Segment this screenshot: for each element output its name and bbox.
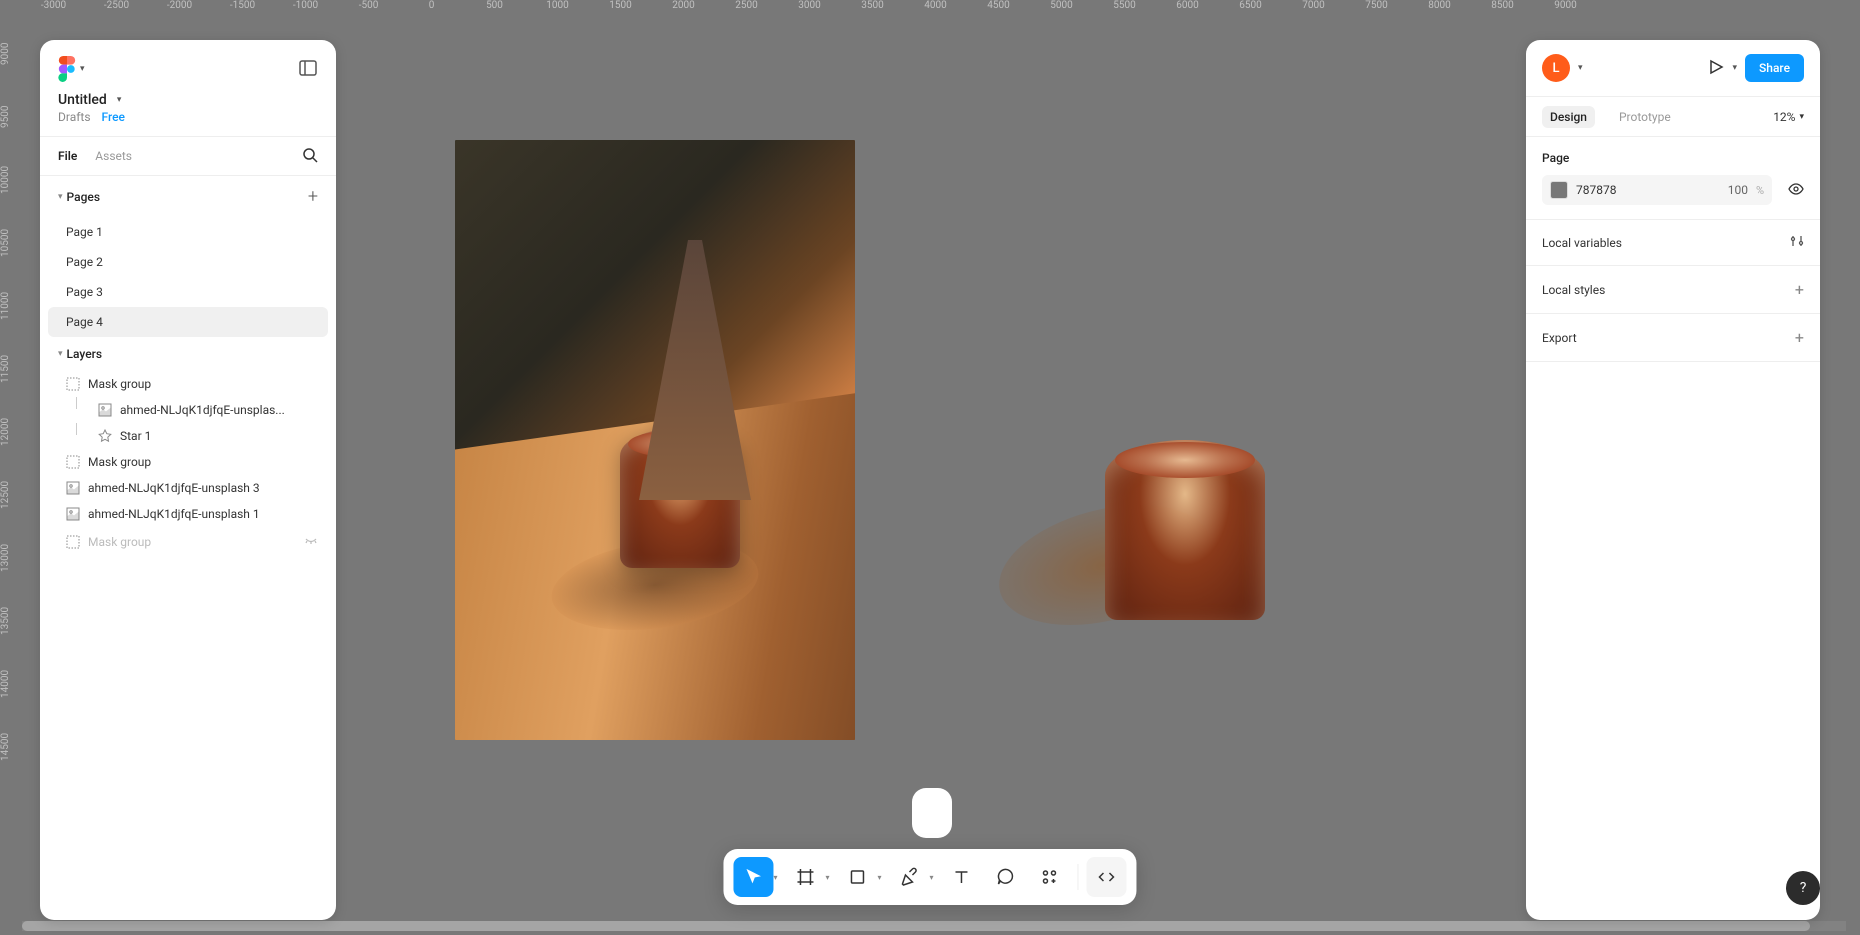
shape-tool[interactable] bbox=[838, 857, 878, 897]
plus-icon: + bbox=[1795, 280, 1804, 299]
page-item[interactable]: Page 2 bbox=[40, 247, 336, 277]
text-tool[interactable] bbox=[942, 857, 982, 897]
page-item[interactable]: Page 3 bbox=[40, 277, 336, 307]
layer-item[interactable]: Star 1 bbox=[40, 423, 336, 449]
hidden-icon[interactable] bbox=[304, 533, 318, 550]
layer-name: Star 1 bbox=[120, 429, 151, 443]
layer-item[interactable]: ahmed-NLJqK1djfqE-unsplas... bbox=[40, 397, 336, 423]
help-button[interactable]: ? bbox=[1786, 871, 1820, 905]
separator bbox=[1078, 864, 1079, 890]
page-background-color[interactable]: 787878 100 % bbox=[1542, 175, 1772, 205]
export-label: Export bbox=[1542, 331, 1577, 345]
ruler-horizontal: -3000-2500-2000-1500-1000-50005001000150… bbox=[22, 0, 1860, 22]
chevron-down-icon[interactable]: ▾ bbox=[930, 873, 938, 882]
chevron-down-icon[interactable]: ▾ bbox=[773, 873, 781, 882]
layer-name: Mask group bbox=[88, 377, 151, 391]
tab-file[interactable]: File bbox=[58, 149, 77, 163]
layer-name: ahmed-NLJqK1djfqE-unsplas... bbox=[120, 403, 285, 417]
ruler-vertical: 9000950010000105001100011500120001250013… bbox=[0, 22, 22, 935]
layer-item[interactable]: Mask group bbox=[40, 449, 336, 475]
page-item[interactable]: Page 1 bbox=[40, 217, 336, 247]
figma-menu[interactable]: ▾ bbox=[58, 56, 85, 82]
left-panel: ▾ Untitled ▾ Drafts Free File Assets ▾ P… bbox=[40, 40, 336, 920]
move-tool[interactable] bbox=[733, 857, 773, 897]
chevron-down-icon: ▾ bbox=[58, 192, 63, 202]
local-styles-row[interactable]: Local styles + bbox=[1526, 266, 1820, 314]
local-variables-label: Local variables bbox=[1542, 236, 1622, 250]
comment-tool[interactable] bbox=[986, 857, 1026, 897]
page-item[interactable]: Page 4 bbox=[48, 307, 328, 337]
tab-prototype[interactable]: Prototype bbox=[1611, 106, 1679, 128]
chevron-down-icon[interactable]: ▾ bbox=[1733, 63, 1738, 73]
page-section-title: Page bbox=[1542, 151, 1804, 165]
color-hex: 787878 bbox=[1576, 183, 1720, 197]
layer-item[interactable]: Mask group bbox=[40, 371, 336, 397]
user-avatar[interactable]: L bbox=[1542, 54, 1570, 82]
local-styles-label: Local styles bbox=[1542, 283, 1605, 297]
present-icon[interactable] bbox=[1707, 58, 1725, 79]
plus-icon: + bbox=[1795, 328, 1804, 347]
visibility-icon[interactable] bbox=[1788, 181, 1804, 200]
mask-icon bbox=[66, 377, 80, 391]
star-icon bbox=[98, 429, 112, 443]
plan-badge[interactable]: Free bbox=[102, 110, 125, 124]
chevron-down-icon: ▾ bbox=[80, 64, 85, 74]
image-icon bbox=[66, 507, 80, 521]
layer-name: ahmed-NLJqK1djfqE-unsplash 3 bbox=[88, 481, 260, 495]
chevron-down-icon[interactable]: ▾ bbox=[117, 95, 122, 105]
add-page-icon[interactable]: + bbox=[308, 186, 318, 207]
layer-item[interactable]: ahmed-NLJqK1djfqE-unsplash 3 bbox=[40, 475, 336, 501]
scrollbar-thumb[interactable] bbox=[22, 921, 1810, 931]
canvas-white-shape[interactable] bbox=[912, 788, 952, 838]
glass bbox=[1105, 440, 1265, 620]
zoom-value: 12% bbox=[1773, 110, 1795, 124]
chevron-down-icon: ▾ bbox=[58, 349, 63, 359]
pen-tool[interactable] bbox=[890, 857, 930, 897]
layer-item[interactable]: Mask group bbox=[40, 527, 336, 556]
chevron-down-icon[interactable]: ▾ bbox=[878, 873, 886, 882]
chevron-down-icon: ▾ bbox=[1799, 112, 1804, 122]
mask-icon bbox=[66, 455, 80, 469]
color-opacity: 100 bbox=[1728, 183, 1748, 197]
horizontal-scrollbar[interactable] bbox=[22, 921, 1846, 931]
layer-name: Mask group bbox=[88, 455, 151, 469]
file-title[interactable]: Untitled bbox=[58, 92, 107, 108]
share-button[interactable]: Share bbox=[1745, 54, 1804, 82]
toolbar: ▾ ▾ ▾ ▾ bbox=[723, 849, 1136, 905]
actions-tool[interactable] bbox=[1030, 857, 1070, 897]
zoom-level[interactable]: 12% ▾ bbox=[1773, 110, 1804, 124]
export-row[interactable]: Export + bbox=[1526, 314, 1820, 362]
chevron-down-icon[interactable]: ▾ bbox=[1578, 63, 1583, 73]
pages-header[interactable]: ▾ Pages + bbox=[40, 176, 336, 217]
dev-mode-tool[interactable] bbox=[1087, 857, 1127, 897]
file-location[interactable]: Drafts bbox=[58, 110, 91, 124]
panel-toggle-icon[interactable] bbox=[298, 58, 318, 81]
settings-icon bbox=[1790, 234, 1804, 251]
pct-label: % bbox=[1756, 184, 1764, 197]
tab-design[interactable]: Design bbox=[1542, 106, 1595, 128]
figma-logo-icon bbox=[58, 56, 76, 82]
canvas-image-full[interactable] bbox=[455, 140, 855, 740]
right-panel: L ▾ ▾ Share Design Prototype 12% ▾ Page … bbox=[1526, 40, 1820, 920]
color-swatch bbox=[1550, 181, 1568, 199]
tab-assets[interactable]: Assets bbox=[95, 149, 132, 163]
mask-icon bbox=[66, 535, 80, 549]
image-icon bbox=[66, 481, 80, 495]
canvas-image-masked[interactable] bbox=[1005, 425, 1285, 645]
layers-label: Layers bbox=[67, 347, 103, 361]
search-icon[interactable] bbox=[302, 147, 318, 166]
chevron-down-icon[interactable]: ▾ bbox=[825, 873, 833, 882]
pages-label: Pages bbox=[67, 190, 100, 204]
frame-tool[interactable] bbox=[785, 857, 825, 897]
layer-item[interactable]: ahmed-NLJqK1djfqE-unsplash 1 bbox=[40, 501, 336, 527]
layer-name: ahmed-NLJqK1djfqE-unsplash 1 bbox=[88, 507, 260, 521]
layer-name: Mask group bbox=[88, 535, 151, 549]
glass bbox=[620, 428, 740, 568]
image-icon bbox=[98, 403, 112, 417]
local-variables-row[interactable]: Local variables bbox=[1526, 220, 1820, 266]
layers-header[interactable]: ▾ Layers bbox=[40, 337, 336, 371]
